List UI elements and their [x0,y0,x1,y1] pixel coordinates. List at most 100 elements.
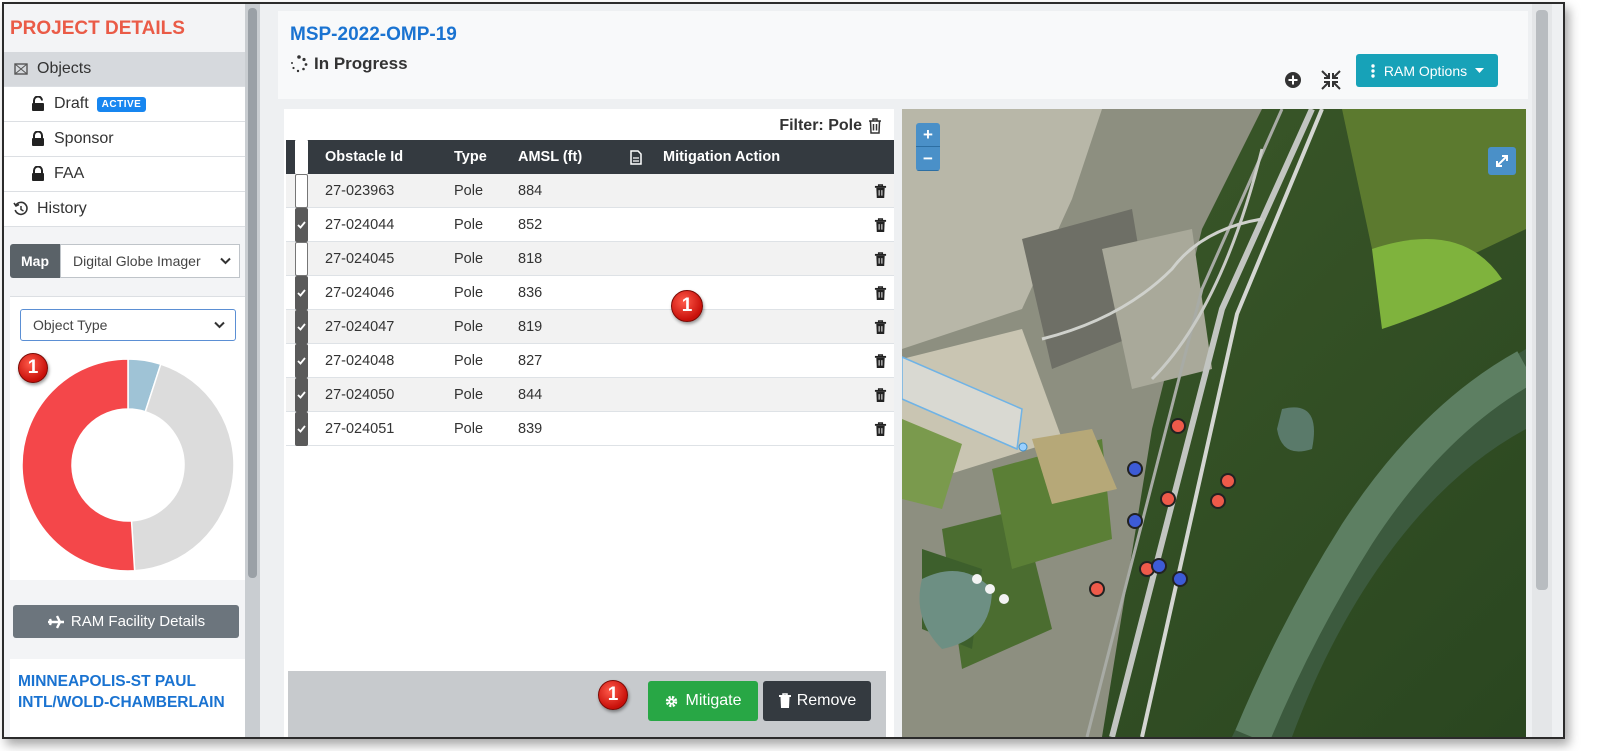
app-window: PROJECT DETAILS Objects Draft ACTIVE Spo… [2,2,1565,739]
airport-name: MINNEAPOLIS-ST PAUL INTL/WOLD-CHAMBERLAI… [10,659,245,737]
sidebar-item-label: Objects [37,60,92,77]
ram-facility-details-button[interactable]: RAM Facility Details [13,605,239,638]
type-cell: Pole [454,183,484,199]
select-all-checkbox[interactable] [295,140,308,174]
sidebar-scrollbar[interactable] [245,4,260,737]
table-row[interactable]: 27-023963 Pole 884 [286,174,894,208]
remove-button[interactable]: Remove [763,681,871,721]
mitigate-button[interactable]: Mitigate [648,681,758,721]
obstacle-id-cell: 27-024044 [325,217,395,233]
status-badge: ACTIVE [96,96,147,112]
column-header[interactable]: Mitigation Action [663,140,780,174]
spinner-icon [291,55,308,73]
header-actions [1284,69,1342,91]
project-id: MSP-2022-OMP-19 [290,24,457,45]
table-row[interactable]: 27-024051 Pole 839 [286,412,894,446]
delete-row-icon[interactable] [874,208,887,242]
trash-outline-icon[interactable] [868,118,882,134]
type-cell: Pole [454,353,484,369]
delete-row-icon[interactable] [874,378,887,412]
map-layer-value: Digital Globe Imager [73,253,201,269]
ram-options-button[interactable]: RAM Options [1356,54,1498,87]
table-header: Obstacle Id Type AMSL (ft) Mitigation Ac… [286,140,894,174]
sidebar-item-history[interactable]: History [4,192,245,227]
table-row[interactable]: 27-024045 Pole 818 [286,242,894,276]
ram-options-label: RAM Options [1383,62,1468,79]
table-row[interactable]: 27-024047 Pole 819 [286,310,894,344]
delete-row-icon[interactable] [874,310,887,344]
remove-label: Remove [796,692,857,709]
type-cell: Pole [454,251,484,267]
history-icon [11,201,31,217]
trash-icon [778,693,791,708]
callout-marker: 1 [671,290,703,322]
object-type-donut-chart [21,358,235,572]
obstacle-table-panel: Filter: Pole Obstacle Id Type AMSL (ft) … [284,109,894,737]
sidebar: PROJECT DETAILS Objects Draft ACTIVE Spo… [4,4,245,737]
sidebar-item-label: FAA [54,165,85,182]
amsl-cell: 839 [518,421,543,437]
objects-icon [11,61,31,77]
map-label: Map [10,244,60,278]
main-scrollbar[interactable] [1532,4,1552,737]
type-cell: Pole [454,217,484,233]
caret-down-icon [1475,67,1485,73]
delete-row-icon[interactable] [874,344,887,378]
fullscreen-button[interactable] [1488,147,1516,175]
amsl-cell: 852 [518,217,543,233]
satellite-map[interactable]: + − [902,109,1526,737]
sidebar-item-label: Draft [54,95,89,112]
project-header: MSP-2022-OMP-19 In Progress RAM Options [278,11,1528,99]
delete-row-icon[interactable] [874,242,887,276]
sidebar-item-faa[interactable]: FAA [4,157,245,192]
table-row[interactable]: 27-024050 Pole 844 [286,378,894,412]
map-layer-dropdown[interactable]: Digital Globe Imager [60,244,240,278]
obstacle-id-cell: 27-024046 [325,285,395,301]
amsl-cell: 844 [518,387,543,403]
status-text: In Progress [314,54,408,73]
table-row[interactable]: 27-024044 Pole 852 [286,208,894,242]
object-type-chart-card: Object Type 1 [10,296,245,580]
column-header[interactable]: AMSL (ft) [518,140,582,174]
zoom-control: + − [916,123,940,171]
obstacle-id-cell: 27-024047 [325,319,395,335]
zoom-out-button[interactable]: − [916,147,940,171]
column-header[interactable]: Obstacle Id [325,140,403,174]
type-cell: Pole [454,319,484,335]
sidebar-title: PROJECT DETAILS [10,18,185,39]
delete-row-icon[interactable] [874,276,887,310]
amsl-cell: 827 [518,353,543,369]
type-cell: Pole [454,387,484,403]
chevron-down-icon [214,321,225,329]
sidebar-item-objects[interactable]: Objects [4,52,245,87]
delete-row-icon[interactable] [874,174,887,208]
type-cell: Pole [454,285,484,301]
column-header[interactable]: Type [454,140,487,174]
obstacle-id-cell: 27-023963 [325,183,395,199]
object-type-value: Object Type [33,317,108,333]
sidebar-item-draft[interactable]: Draft ACTIVE [4,87,245,122]
callout-marker: 1 [598,680,628,710]
collapse-icon[interactable] [1320,69,1342,91]
filter-text: Filter: Pole [779,117,862,134]
add-icon[interactable] [1284,71,1302,89]
donut-slice[interactable] [21,358,136,572]
amsl-cell: 884 [518,183,543,199]
obstacle-id-cell: 27-024050 [325,387,395,403]
object-type-dropdown[interactable]: Object Type [20,309,236,341]
table-row[interactable]: 27-024046 Pole 836 [286,276,894,310]
callout-marker: 1 [18,353,48,383]
action-bar: 1 Mitigate Remove [288,671,886,737]
table-row[interactable]: 27-024048 Pole 827 [286,344,894,378]
plane-icon [47,614,64,629]
filter-label: Filter: Pole [779,117,882,135]
sidebar-item-sponsor[interactable]: Sponsor [4,122,245,157]
expand-icon [1496,155,1508,167]
project-status: In Progress [290,54,408,74]
zoom-in-button[interactable]: + [916,123,940,147]
facility-button-label: RAM Facility Details [70,613,206,630]
obstacle-id-cell: 27-024048 [325,353,395,369]
delete-row-icon[interactable] [874,412,887,446]
sidebar-item-label: Sponsor [54,130,114,147]
amsl-cell: 819 [518,319,543,335]
